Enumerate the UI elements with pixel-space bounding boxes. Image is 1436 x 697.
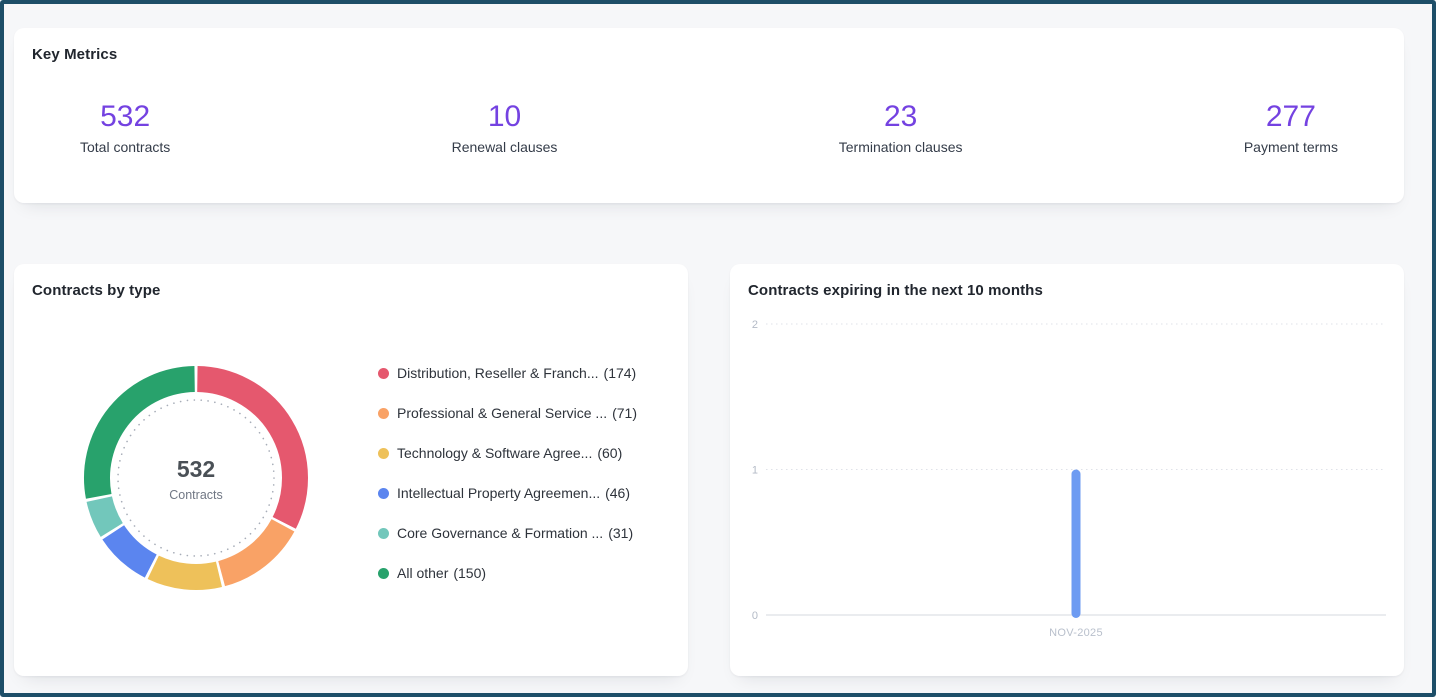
legend-label: Intellectual Property Agreemen... <box>397 485 600 501</box>
legend-dot <box>378 528 389 539</box>
y-axis-tick-1: 1 <box>752 465 758 477</box>
contracts-expiring-title: Contracts expiring in the next 10 months <box>748 282 1043 299</box>
donut-segment-1[interactable] <box>222 525 283 573</box>
legend-count: (46) <box>605 485 630 501</box>
key-metrics-title: Key Metrics <box>32 46 117 63</box>
legend-item-2[interactable]: Technology & Software Agree... (60) <box>378 433 637 473</box>
y-axis-tick-0: 0 <box>752 610 758 622</box>
metric-label: Termination clauses <box>839 139 963 155</box>
legend-label: Professional & General Service ... <box>397 405 607 421</box>
legend-item-1[interactable]: Professional & General Service ... (71) <box>378 393 637 433</box>
legend-count: (71) <box>612 405 637 421</box>
y-axis-tick-2: 2 <box>752 319 758 331</box>
legend-label: Technology & Software Agree... <box>397 445 592 461</box>
legend-label: All other <box>397 565 448 581</box>
legend-count: (174) <box>604 365 637 381</box>
legend-item-0[interactable]: Distribution, Reseller & Franch... (174) <box>378 353 637 393</box>
legend-item-3[interactable]: Intellectual Property Agreemen... (46) <box>378 473 637 513</box>
metric-value: 10 <box>452 100 558 135</box>
donut-center-value: 532 <box>177 456 215 482</box>
metric-value: 532 <box>80 100 170 135</box>
contracts-by-type-donut-chart[interactable]: 532 Contracts <box>76 358 316 598</box>
x-axis-label-nov-2025: NOV-2025 <box>1049 627 1103 639</box>
key-metrics-card: Key Metrics 532 Total contracts 10 Renew… <box>14 28 1404 203</box>
dashboard-frame: Key Metrics 532 Total contracts 10 Renew… <box>0 0 1436 697</box>
legend-dot <box>378 488 389 499</box>
donut-segment-2[interactable] <box>153 567 219 577</box>
contracts-by-type-title: Contracts by type <box>32 282 160 299</box>
metric-value: 23 <box>839 100 963 135</box>
metric-value: 277 <box>1244 100 1338 135</box>
legend-count: (60) <box>597 445 622 461</box>
legend-dot <box>378 448 389 459</box>
legend-count: (150) <box>453 565 486 581</box>
legend-item-4[interactable]: Core Governance & Formation ... (31) <box>378 513 637 553</box>
contracts-by-type-legend: Distribution, Reseller & Franch... (174) P… <box>378 353 637 593</box>
legend-label: Core Governance & Formation ... <box>397 525 603 541</box>
metric-payment-terms: 277 Payment terms <box>1244 100 1338 155</box>
donut-center-label: Contracts <box>169 488 223 502</box>
legend-dot <box>378 368 389 379</box>
bar-nov-2025[interactable] <box>1072 470 1081 619</box>
donut-segment-4[interactable] <box>99 499 111 530</box>
legend-item-5[interactable]: All other (150) <box>378 553 637 593</box>
metrics-row: 532 Total contracts 10 Renewal clauses 2… <box>14 100 1404 155</box>
metric-label: Payment terms <box>1244 139 1338 155</box>
metric-termination-clauses: 23 Termination clauses <box>839 100 963 155</box>
legend-dot <box>378 568 389 579</box>
metric-label: Total contracts <box>80 139 170 155</box>
donut-segment-3[interactable] <box>113 532 151 566</box>
contracts-by-type-card: Contracts by type 532 Contracts Distribut… <box>14 264 688 676</box>
metric-total-contracts: 532 Total contracts <box>80 100 170 155</box>
contracts-expiring-card: Contracts expiring in the next 10 months… <box>730 264 1404 676</box>
dashboard: { "app": { "background": "#f6f7f9", "fra… <box>0 0 1436 697</box>
metric-renewal-clauses: 10 Renewal clauses <box>452 100 558 155</box>
metric-label: Renewal clauses <box>452 139 558 155</box>
legend-dot <box>378 408 389 419</box>
expiring-contracts-bar-chart[interactable]: 2 1 0 NOV-2025 <box>748 310 1386 644</box>
legend-count: (31) <box>608 525 633 541</box>
legend-label: Distribution, Reseller & Franch... <box>397 365 599 381</box>
